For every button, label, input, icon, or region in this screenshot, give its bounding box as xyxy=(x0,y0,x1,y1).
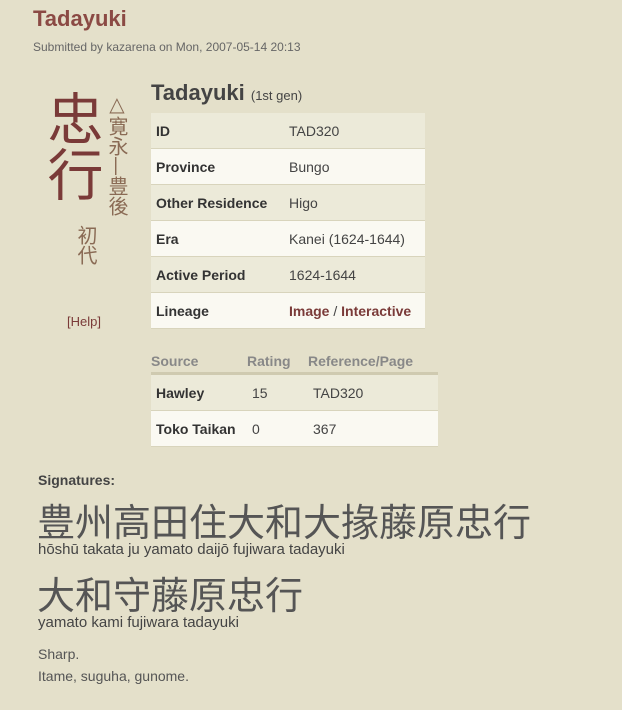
ratings-header-source: Source xyxy=(151,350,247,375)
rating-reference: 367 xyxy=(308,410,438,447)
table-row: Active Period 1624-1644 xyxy=(151,256,425,293)
info-value-other-residence: Higo xyxy=(284,184,425,221)
lineage-interactive-link[interactable]: Interactive xyxy=(341,303,411,319)
info-value-id: TAD320 xyxy=(284,113,425,149)
ratings-header-row: Source Rating Reference/Page xyxy=(151,350,438,375)
signature-kanji: 大和守藤原忠行 xyxy=(37,574,304,618)
info-label-active-period: Active Period xyxy=(151,256,284,293)
table-row: Lineage Image / Interactive xyxy=(151,292,425,329)
table-row: Era Kanei (1624-1644) xyxy=(151,220,425,257)
lineage-separator: / xyxy=(329,302,342,319)
smith-kanji-name: 忠行 xyxy=(38,90,103,202)
rating-reference: TAD320 xyxy=(308,373,438,411)
ratings-header-reference: Reference/Page xyxy=(308,350,438,375)
smith-name: Tadayuki xyxy=(151,80,245,105)
smith-info-table: ID TAD320 Province Bungo Other Residence… xyxy=(151,113,425,329)
table-row: Hawley 15 TAD320 xyxy=(151,373,438,411)
help-link[interactable]: [Help] xyxy=(67,314,101,329)
submitted-info: Submitted by kazarena on Mon, 2007-05-14… xyxy=(33,40,301,54)
info-label-other-residence: Other Residence xyxy=(151,184,284,221)
ratings-table: Source Rating Reference/Page Hawley 15 T… xyxy=(151,350,438,447)
info-value-lineage: Image / Interactive xyxy=(284,292,425,329)
kanji-signature-block: 忠行 △寛永—豊後 初代 xyxy=(30,90,140,330)
signature-kanji: 豊州高田住大和大掾藤原忠行 xyxy=(37,501,532,545)
note-text: Sharp. xyxy=(38,646,80,662)
info-label-province: Province xyxy=(151,148,284,185)
rating-value: 15 xyxy=(247,373,308,411)
signature-romaji: hōshū takata ju yamato daijō fujiwara ta… xyxy=(38,541,345,558)
smith-heading: Tadayuki (1st gen) xyxy=(151,80,302,106)
info-label-lineage: Lineage xyxy=(151,292,284,329)
rating-source: Hawley xyxy=(151,373,247,411)
smith-generation: (1st gen) xyxy=(250,88,303,103)
table-row: Toko Taikan 0 367 xyxy=(151,410,438,447)
table-row: ID TAD320 xyxy=(151,113,425,149)
lineage-image-link[interactable]: Image xyxy=(289,303,329,319)
page: Tadayuki Submitted by kazarena on Mon, 2… xyxy=(0,0,622,710)
info-label-era: Era xyxy=(151,220,284,257)
signature-romaji: yamato kami fujiwara tadayuki xyxy=(38,614,239,631)
generation-kanji: 初代 xyxy=(74,225,98,265)
node-title[interactable]: Tadayuki xyxy=(33,6,127,32)
ratings-header-rating: Rating xyxy=(247,350,308,375)
note-text: Itame, suguha, gunome. xyxy=(38,668,189,684)
era-province-kanji: △寛永—豊後 xyxy=(105,92,129,216)
table-row: Other Residence Higo xyxy=(151,184,425,221)
info-value-active-period: 1624-1644 xyxy=(284,256,425,293)
table-row: Province Bungo xyxy=(151,148,425,185)
signatures-label: Signatures: xyxy=(38,472,116,488)
rating-value: 0 xyxy=(247,410,308,447)
rating-source: Toko Taikan xyxy=(151,410,247,447)
info-label-id: ID xyxy=(151,113,284,149)
info-value-province: Bungo xyxy=(284,148,425,185)
info-value-era: Kanei (1624-1644) xyxy=(284,220,425,257)
